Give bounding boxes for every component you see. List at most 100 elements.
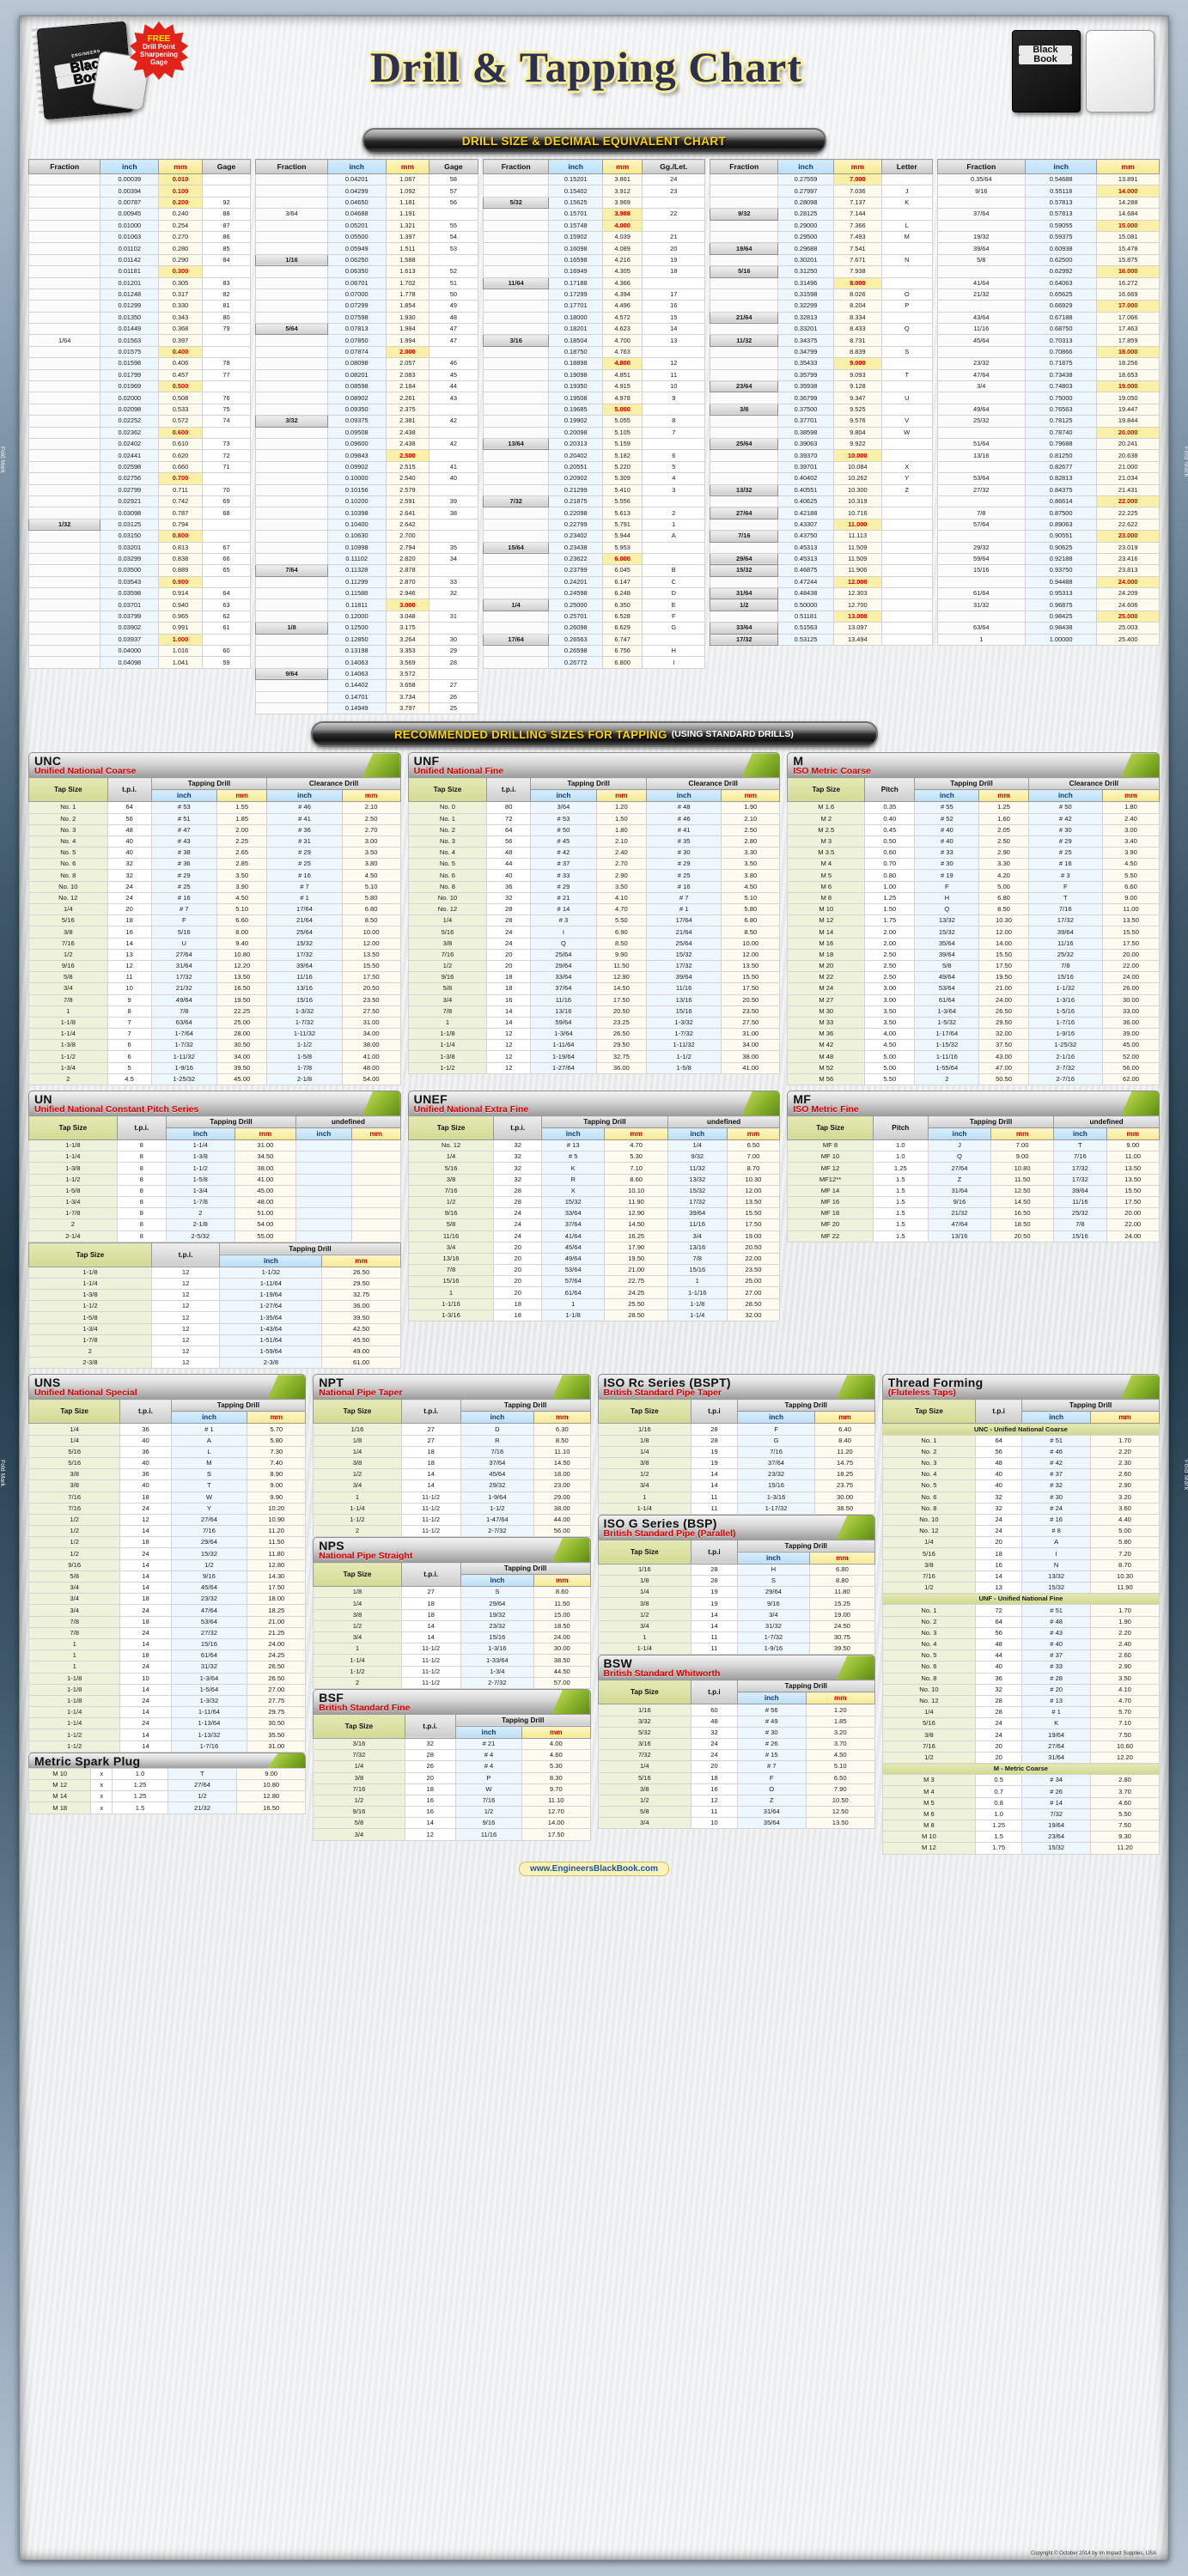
- tap-standard-name: Unified National Extra Fine: [413, 1104, 529, 1115]
- tpi-cell: 12: [150, 1300, 221, 1313]
- tap-inch-cell: # 4: [454, 1760, 523, 1773]
- website-link[interactable]: www.EngineersBlackBook.com: [518, 1861, 670, 1876]
- tpi-cell: 14: [486, 1005, 532, 1018]
- tap-inch-cell: # 13: [1021, 1694, 1092, 1708]
- table-row: 3/4 14 45/64 17.50: [27, 1582, 307, 1595]
- inch-cell: 0.03201: [100, 541, 160, 554]
- tap-mm-cell: 29.00: [533, 1491, 591, 1504]
- tap-inch-cell: 1: [540, 1297, 606, 1310]
- tpi-cell: 3.50: [864, 1005, 916, 1018]
- mm-cell: 9.128: [832, 380, 882, 393]
- table-row: 0.10200 2.591 39: [255, 495, 478, 508]
- inch-cell: 0.35938: [777, 380, 834, 393]
- table-row: M 10 1.5 23/64 9.30: [881, 1831, 1160, 1844]
- th-mm: mm: [521, 1725, 591, 1739]
- fraction-cell: [710, 541, 779, 554]
- fraction-cell: [27, 541, 101, 554]
- tap-mm-cell: 11.80: [247, 1547, 307, 1560]
- clear-inch-cell: # 3: [1027, 869, 1103, 882]
- th-inch: inch: [1027, 789, 1103, 803]
- tap-size-cell: 1-1/4: [597, 1643, 692, 1656]
- tap-table: Tap Size Pitch Tapping Drill undefined inch m…: [787, 1115, 1161, 1242]
- tap-standard-code: UNEF: [413, 1092, 448, 1107]
- tap-section-header: ISO G Series (BSP) British Standard Pipe …: [597, 1514, 875, 1540]
- inch-cell: 0.95313: [1024, 587, 1098, 600]
- gage-cell: 7: [642, 426, 706, 439]
- table-row: 0.19098 4.851 11: [482, 368, 706, 382]
- tpi-cell: 0.70: [864, 858, 916, 871]
- fraction-cell: [482, 265, 550, 278]
- tap-inch-cell: 1-1/32: [219, 1266, 323, 1279]
- tap-size-cell: No. 3: [407, 835, 488, 848]
- tap-mm-cell: 8.60: [604, 1173, 668, 1186]
- gage-cell: 38: [429, 507, 478, 519]
- tpi-cell: 72: [975, 1604, 1023, 1617]
- clear-inch-cell: 1-7/32: [646, 1028, 722, 1041]
- tap-size-cell: 13/16: [407, 1252, 495, 1266]
- tap-inch-cell: 13/32: [914, 914, 980, 927]
- clear-mm-cell: 15.50: [341, 959, 401, 973]
- tpi-cell: 32: [975, 1683, 1023, 1696]
- clear-mm-cell: 6.80: [341, 903, 401, 916]
- gage-cell: 71: [201, 460, 252, 474]
- tap-size-cell: 7/8: [27, 1615, 121, 1628]
- table-row: 1-1/2 12 1-27/64 36.00 1-5/8 41.00: [407, 1061, 781, 1074]
- table-row: 5/16 24 K 7.10: [881, 1717, 1160, 1730]
- tpi-cell: 16: [486, 993, 532, 1006]
- tpi-cell: 18: [975, 1547, 1023, 1560]
- fraction-cell: [482, 483, 550, 496]
- inch-cell: 0.09902: [326, 460, 387, 474]
- table-row: 0.03098 0.787 68: [27, 507, 252, 519]
- fraction-cell: [255, 449, 328, 462]
- tap-mm-cell: 45.00: [216, 1072, 268, 1086]
- clear-inch-cell: 39/64: [266, 959, 343, 973]
- mm-cell: 3.048: [385, 610, 430, 623]
- tap-size-cell: 7/16: [407, 1184, 495, 1197]
- mm-cell: 5.309: [601, 472, 643, 485]
- fraction-cell: [482, 575, 550, 589]
- mm-cell: 2.870: [385, 575, 430, 589]
- clear-inch-cell: 1-7/8: [266, 1061, 343, 1074]
- drill-col-header: Fraction: [936, 159, 1026, 174]
- tap-mm-cell: 30.50: [216, 1039, 268, 1052]
- group-title-row: UNC - Unified National Coarse: [881, 1423, 1161, 1436]
- chart-header: ENGINEERS Black Book FREE Drill Point Sh…: [20, 16, 1168, 126]
- tap-inch-cell: # 29: [530, 880, 597, 893]
- table-row: 0.20902 5.309 4: [482, 472, 706, 485]
- tap-table: Tap Size t.p.i. Tapping Drill undefined inch…: [28, 1115, 401, 1242]
- clear-inch-cell: 13/32: [667, 1173, 728, 1186]
- tap-size-cell: M 4: [787, 858, 866, 871]
- tpi-cell: 18: [119, 1649, 172, 1662]
- tpi-cell: 32: [493, 1173, 542, 1186]
- gage-cell: [429, 518, 478, 532]
- tap-inch-cell: 1-7/16: [170, 1740, 248, 1753]
- gage-cell: D: [642, 587, 706, 600]
- mm-cell: 2.083: [385, 368, 430, 382]
- tap-mm-cell: 20.50: [990, 1230, 1055, 1242]
- table-row: 9/16 14 1/2 12.80: [27, 1558, 307, 1571]
- table-row: 3/8 18 37/64 14.50: [313, 1456, 591, 1470]
- tpi-cell: 24: [119, 1717, 172, 1730]
- tap-mm-cell: 4.60: [521, 1749, 591, 1762]
- tap-inch-cell: 47/64: [170, 1604, 248, 1617]
- tap-size-cell: 1/2: [27, 1536, 121, 1549]
- clear-mm-cell: 5.50: [1101, 869, 1161, 882]
- tap-size-cell: No. 2: [881, 1615, 977, 1628]
- tap-mm-cell: 7.10: [604, 1162, 668, 1175]
- tap-size-cell: 3/8: [313, 1456, 402, 1470]
- tap-inch-cell: 61/64: [914, 993, 980, 1006]
- tap-mm-cell: 3.50: [595, 880, 648, 893]
- clear-mm-cell: [350, 1173, 401, 1186]
- inch-cell: 0.29000: [777, 219, 834, 232]
- clear-mm-cell: 5.80: [341, 891, 401, 905]
- inch-cell: 0.22098: [548, 507, 603, 519]
- tap-size-cell: 5/16: [407, 926, 488, 939]
- mm-cell: 23.019: [1096, 541, 1161, 554]
- tap-size-cell: 1-3/8: [28, 1289, 152, 1302]
- tap-mm-cell: 6.50: [805, 1771, 875, 1784]
- tap-size-cell: 5/16: [597, 1771, 692, 1784]
- th-mm: mm: [721, 789, 781, 803]
- gage-cell: 21: [642, 230, 706, 244]
- gage-cell: Z: [880, 483, 933, 496]
- clear-mm-cell: [350, 1151, 401, 1163]
